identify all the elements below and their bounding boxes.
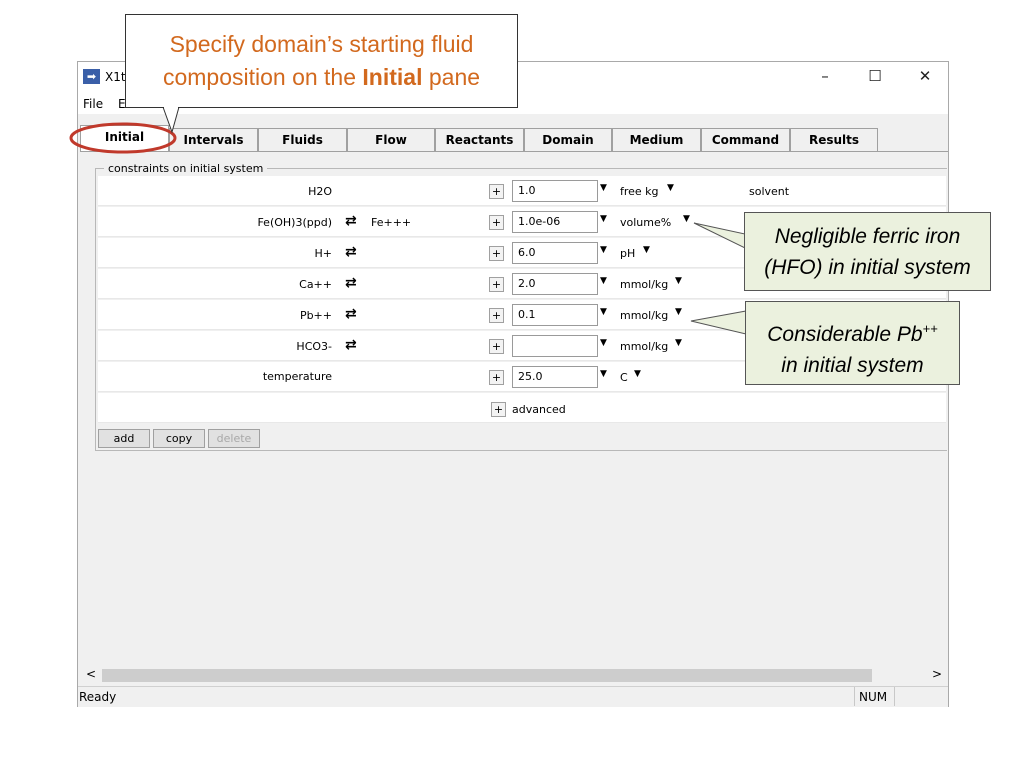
callout-line: Considerable Pb++ xyxy=(746,313,959,350)
initial-pane-callout: Specify domain’s starting fluid composit… xyxy=(125,14,518,108)
callout-superscript: ++ xyxy=(922,321,938,336)
callout-line: in initial system xyxy=(781,354,924,377)
callout-pointer-mask xyxy=(164,106,178,108)
callout-text: Considerable Pb xyxy=(767,323,923,346)
callout-text: pane xyxy=(422,64,481,90)
callout-pointer xyxy=(693,222,746,249)
ferric-iron-callout: Negligible ferric iron (HFO) in initial … xyxy=(744,212,991,291)
callout-line: Negligible ferric iron xyxy=(774,225,961,248)
highlight-ellipse xyxy=(69,122,177,154)
lead-callout: Considerable Pb++ in initial system xyxy=(745,301,960,385)
callout-line: Specify domain’s starting fluid xyxy=(169,31,474,57)
callout-pointer xyxy=(690,310,747,335)
callout-line: composition on the Initial pane xyxy=(126,61,517,94)
callout-text: composition on the xyxy=(162,64,363,90)
callout-bold-text: Initial xyxy=(362,64,423,90)
callout-line: (HFO) in initial system xyxy=(764,256,971,279)
callout-pointer xyxy=(162,106,180,134)
